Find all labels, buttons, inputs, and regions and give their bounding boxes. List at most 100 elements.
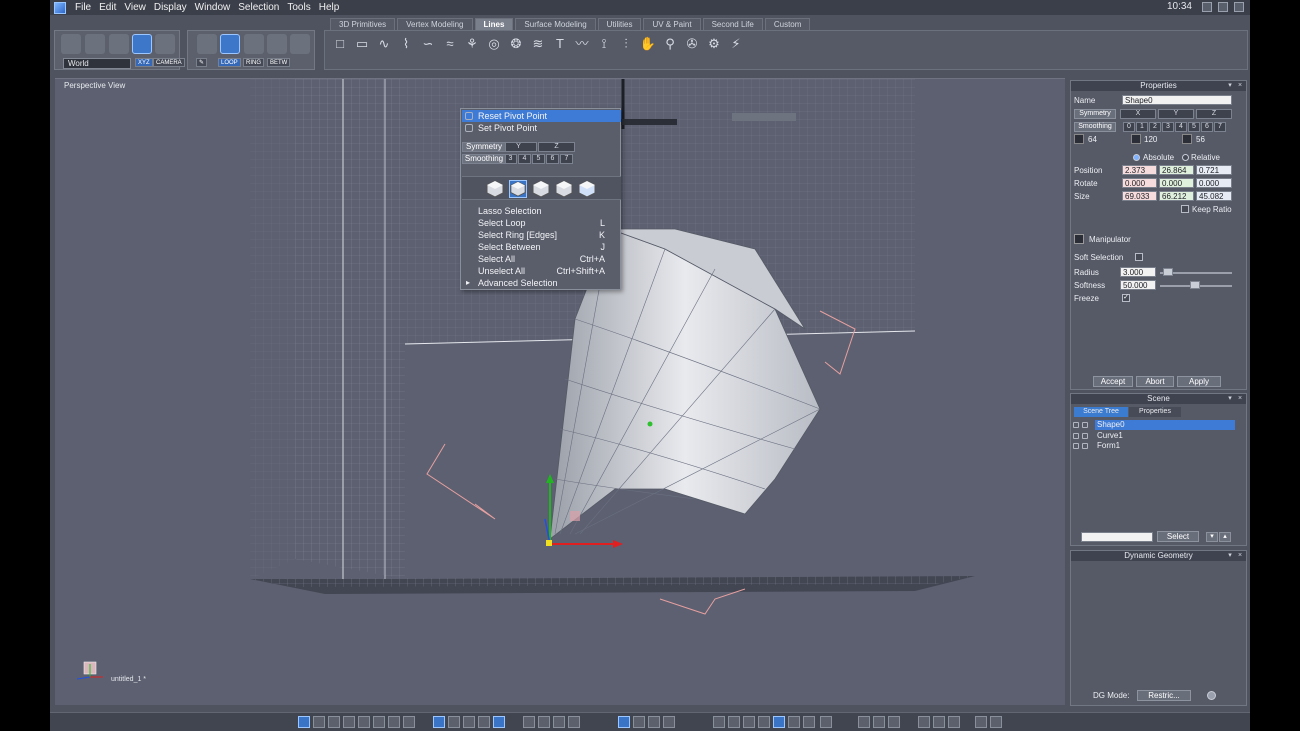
rotate-z-field[interactable]: 0.000 xyxy=(1196,178,1232,188)
apply-button[interactable]: Apply xyxy=(1177,376,1221,387)
pan-icon[interactable] xyxy=(538,716,550,728)
face-select-icon[interactable] xyxy=(220,34,240,54)
menu-smooth-6[interactable]: 6 xyxy=(546,154,559,164)
bezier-icon[interactable]: ∽ xyxy=(419,35,437,53)
environment-icon[interactable] xyxy=(888,716,900,728)
menu-advanced-selection[interactable]: ▸ Advanced Selection xyxy=(462,277,621,289)
render-icon[interactable] xyxy=(975,716,987,728)
panel-close-icon[interactable]: × xyxy=(1236,395,1244,403)
menu-selection[interactable]: Selection xyxy=(234,2,283,13)
floor-toggle-icon[interactable] xyxy=(463,716,475,728)
smooth-3[interactable]: 3 xyxy=(1162,122,1174,132)
lathe-icon[interactable]: ⚙ xyxy=(705,35,723,53)
tab-utilities[interactable]: Utilities xyxy=(597,18,642,30)
axis-toggle-icon[interactable] xyxy=(448,716,460,728)
soft-selection-checkbox[interactable] xyxy=(1135,253,1143,261)
scene-filter-input[interactable] xyxy=(1081,532,1153,542)
perspective-viewport[interactable]: Perspective View untitled_1 * Reset Pivo… xyxy=(55,78,1065,705)
wire-sphere-icon[interactable] xyxy=(728,716,740,728)
position-z-field[interactable]: 0.721 xyxy=(1196,165,1232,175)
grid-toggle-icon[interactable] xyxy=(433,716,445,728)
tools-icon[interactable]: ✇ xyxy=(683,35,701,53)
panel-close-icon[interactable]: × xyxy=(1236,82,1244,90)
maximize-button[interactable] xyxy=(1218,2,1228,12)
curve-icon[interactable]: ∿ xyxy=(375,35,393,53)
layout-a-icon[interactable] xyxy=(918,716,930,728)
menu-view[interactable]: View xyxy=(120,2,150,13)
menu-smooth-5[interactable]: 5 xyxy=(532,154,545,164)
app-logo-icon[interactable] xyxy=(54,1,66,14)
shadow-icon[interactable] xyxy=(873,716,885,728)
points-select-icon[interactable] xyxy=(290,34,310,54)
visibility-icon[interactable] xyxy=(1082,443,1088,449)
two-views-icon[interactable] xyxy=(313,716,325,728)
render-sphere-icon[interactable] xyxy=(820,716,832,728)
xyz-toggle[interactable]: XYZ xyxy=(135,58,153,67)
split-grid-icon[interactable] xyxy=(388,716,400,728)
dg-mode-select[interactable]: Restric... xyxy=(1137,690,1191,701)
hand-gizmo-icon[interactable] xyxy=(663,716,675,728)
ring-select-button[interactable]: RING xyxy=(243,58,264,67)
loop-select-button[interactable]: LOOP xyxy=(218,58,241,67)
menu-set-pivot-point[interactable]: Set Pivot Point xyxy=(462,122,621,134)
symmetry-button[interactable]: Symmetry xyxy=(1074,109,1116,119)
rotate-x-field[interactable]: 0.000 xyxy=(1122,178,1157,188)
face-mode-icon[interactable] xyxy=(509,180,527,198)
object-select-icon[interactable] xyxy=(197,34,217,54)
layout-b-icon[interactable] xyxy=(933,716,945,728)
wave-icon[interactable]: 〰 xyxy=(573,35,591,53)
panel-pin-icon[interactable]: ▾ xyxy=(1226,552,1234,560)
softness-field[interactable]: 50.000 xyxy=(1120,280,1156,290)
menu-file[interactable]: File xyxy=(71,2,95,13)
tab-lines[interactable]: Lines xyxy=(474,18,514,30)
symmetry-y[interactable]: Y xyxy=(1158,109,1194,119)
menu-select-all[interactable]: Select All Ctrl+A xyxy=(462,253,621,265)
move-gizmo-icon[interactable] xyxy=(618,716,630,728)
vertex-select-icon[interactable] xyxy=(267,34,287,54)
single-view-icon[interactable] xyxy=(298,716,310,728)
freeze-checkbox[interactable]: ✓ xyxy=(1122,294,1130,302)
menu-unselect-all[interactable]: Unselect All Ctrl+Shift+A xyxy=(462,265,621,277)
mirror-line-icon[interactable]: ⫶ xyxy=(617,35,635,53)
tab-surface-modeling[interactable]: Surface Modeling xyxy=(515,18,596,30)
ghost-tool-icon[interactable] xyxy=(155,34,175,54)
smooth-1[interactable]: 1 xyxy=(1136,122,1148,132)
size-z-field[interactable]: 45.082 xyxy=(1196,191,1232,201)
camera-icon[interactable] xyxy=(990,716,1002,728)
brush-icon[interactable]: ✋ xyxy=(639,35,657,53)
smooth-2[interactable]: 2 xyxy=(1149,122,1161,132)
tornado-icon[interactable]: ≋ xyxy=(529,35,547,53)
rectangle-icon[interactable]: □ xyxy=(331,35,349,53)
tab-custom[interactable]: Custom xyxy=(764,18,811,30)
smooth-6[interactable]: 6 xyxy=(1201,122,1213,132)
manipulator-tool-icon[interactable] xyxy=(132,34,152,54)
menu-help[interactable]: Help xyxy=(315,2,344,13)
radius-slider-knob[interactable] xyxy=(1163,268,1173,276)
menu-tools[interactable]: Tools xyxy=(283,2,314,13)
scene-down-icon[interactable]: ▾ xyxy=(1206,532,1218,542)
menu-edit[interactable]: Edit xyxy=(95,2,120,13)
minimize-button[interactable] xyxy=(1202,2,1212,12)
smooth-4[interactable]: 4 xyxy=(1175,122,1187,132)
scale-gizmo-icon[interactable] xyxy=(648,716,660,728)
spiral-icon[interactable]: ❂ xyxy=(507,35,525,53)
abort-button[interactable]: Abort xyxy=(1136,376,1174,387)
lock-icon[interactable] xyxy=(1073,443,1079,449)
tab-second-life[interactable]: Second Life xyxy=(702,18,763,30)
menu-select-loop[interactable]: Select Loop L xyxy=(462,217,621,229)
tab-uv-paint[interactable]: UV & Paint xyxy=(643,18,701,30)
material-sphere-icon[interactable] xyxy=(803,716,815,728)
tab-3d-primitives[interactable]: 3D Primitives xyxy=(330,18,396,30)
menu-symmetry-button[interactable]: Symmetry xyxy=(462,142,506,152)
smoothing-button[interactable]: Smoothing xyxy=(1074,122,1116,132)
size-y-field[interactable]: 66.212 xyxy=(1159,191,1194,201)
helix-icon[interactable]: ⚘ xyxy=(463,35,481,53)
camera-toggle[interactable]: CAMERA xyxy=(153,58,185,67)
dg-toggle-icon[interactable] xyxy=(1207,691,1216,700)
extrude-line-icon[interactable]: ⟟ xyxy=(595,35,613,53)
accept-button[interactable]: Accept xyxy=(1093,376,1133,387)
position-x-field[interactable]: 2.373 xyxy=(1122,165,1157,175)
snap-grid-icon[interactable] xyxy=(478,716,490,728)
coordinate-space-select[interactable]: World xyxy=(63,58,131,69)
rotate-gizmo-icon[interactable] xyxy=(633,716,645,728)
